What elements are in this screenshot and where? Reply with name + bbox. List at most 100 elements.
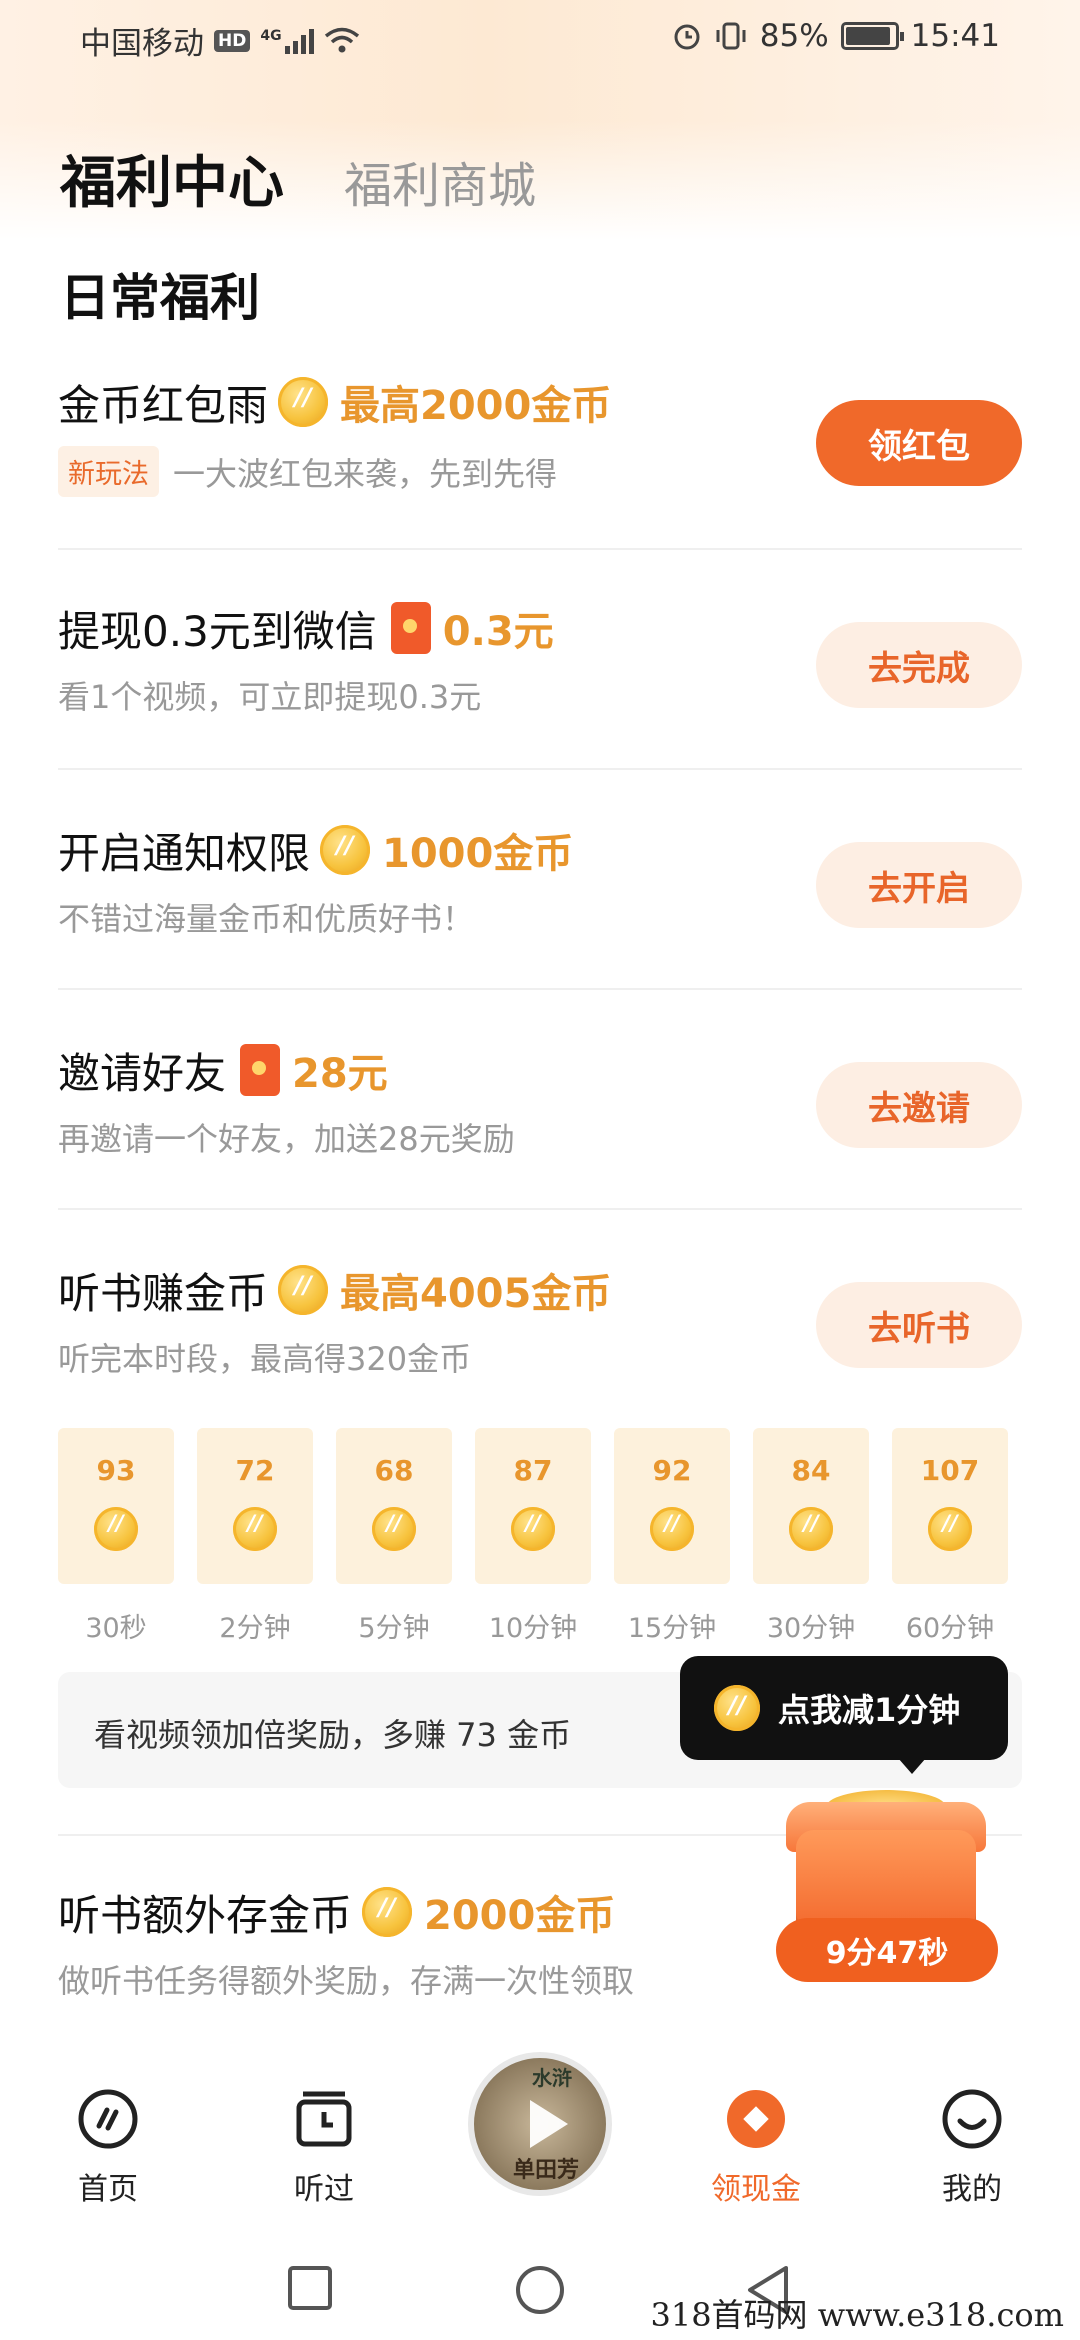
listen-book-button[interactable]: 去听书 <box>816 1282 1022 1368</box>
coin-icon <box>511 1507 555 1551</box>
tab-welfare-mall[interactable]: 福利商城 <box>344 146 536 216</box>
chest-countdown[interactable]: 9分47秒 <box>776 1918 998 1982</box>
mini-player[interactable]: 水浒 单田芳 <box>468 2052 612 2196</box>
task-title: 邀请好友 <box>58 1048 227 1098</box>
task-reward: 最高4005金币 <box>340 1271 612 1317</box>
battery-percent: 85% <box>759 18 829 54</box>
listen-tile[interactable]: 68 5分钟 <box>336 1428 452 1645</box>
divider <box>58 1208 1022 1210</box>
coin-icon <box>233 1507 277 1551</box>
nav-label: 听过 <box>294 2172 354 2207</box>
hd-icon: HD <box>214 29 251 52</box>
section-title: 日常福利 <box>60 269 260 327</box>
task-reward: 最高2000金币 <box>340 383 612 429</box>
task-title: 提现0.3元到微信 <box>58 606 377 656</box>
coin-icon <box>278 1265 329 1315</box>
listen-tile[interactable]: 92 15分钟 <box>614 1428 730 1645</box>
divider <box>58 548 1022 550</box>
wifi-icon <box>324 27 359 52</box>
divider <box>58 768 1022 770</box>
tile-duration: 60分钟 <box>905 1613 995 1644</box>
signal-icon: 4G <box>260 28 314 54</box>
header-tabs: 福利中心 福利商城 <box>60 138 536 219</box>
task-reward: 2000金币 <box>424 1893 616 1939</box>
nav-label: 首页 <box>78 2172 138 2207</box>
watermark-text: 318首码网 www.e318.com <box>650 2296 1064 2334</box>
claim-red-packet-button[interactable]: 领红包 <box>816 400 1022 486</box>
task-reward: 0.3元 <box>442 609 554 655</box>
coin-icon <box>650 1507 694 1551</box>
tooltip-text: 点我减1分钟 <box>778 1691 961 1729</box>
task-item: 开启通知权限 1000金币 不错过海量金币和优质好书！ 去开启 <box>58 820 1022 940</box>
task-desc: 做听书任务得额外奖励，存满一次性领取 <box>58 1962 635 2000</box>
nav-home[interactable]: 首页 <box>38 2088 178 2208</box>
tile-duration: 2分钟 <box>219 1613 291 1644</box>
coin-icon <box>320 825 371 875</box>
cover-title-top: 水浒 <box>532 2066 572 2090</box>
listen-tile[interactable]: 93 30秒 <box>58 1428 174 1645</box>
complete-task-button[interactable]: 去完成 <box>816 622 1022 708</box>
red-packet-icon <box>390 602 431 654</box>
task-desc: 不错过海量金币和优质好书！ <box>58 900 475 938</box>
coin-icon <box>928 1507 972 1551</box>
new-badge: 新玩法 <box>58 446 159 497</box>
home-circle-icon[interactable] <box>514 2264 566 2316</box>
profile-smile-icon <box>941 2088 1003 2150</box>
task-reward: 28元 <box>292 1051 388 1097</box>
listen-tile[interactable]: 107 60分钟 <box>892 1428 1008 1645</box>
nav-label: 领现金 <box>711 2172 801 2207</box>
nav-history[interactable]: 听过 <box>254 2088 394 2208</box>
nav-label: 我的 <box>942 2172 1002 2207</box>
tile-duration: 5分钟 <box>358 1613 430 1644</box>
status-bar: 中国移动 HD 4G 85% 15:41 <box>0 0 1080 72</box>
task-desc: 听完本时段，最高得320金币 <box>58 1340 472 1378</box>
history-calendar-icon <box>293 2088 355 2150</box>
task-desc: 看1个视频，可立即提现0.3元 <box>58 678 482 716</box>
enable-notification-button[interactable]: 去开启 <box>816 842 1022 928</box>
coin-icon <box>789 1507 833 1551</box>
red-packet-icon <box>240 1044 281 1096</box>
coin-icon <box>714 1685 760 1731</box>
task-desc: 再邀请一个好友，加送28元奖励 <box>58 1120 515 1158</box>
tile-coin-value: 72 <box>235 1454 275 1487</box>
carrier-name: 中国移动 <box>80 26 204 62</box>
task-reward: 1000金币 <box>382 831 574 877</box>
listen-tile[interactable]: 84 30分钟 <box>753 1428 869 1645</box>
divider <box>58 988 1022 990</box>
coin-icon <box>278 377 329 427</box>
tile-coin-value: 107 <box>920 1454 980 1487</box>
coin-icon <box>372 1507 416 1551</box>
cover-title-bottom: 单田芳 <box>512 2158 579 2183</box>
tile-duration: 30分钟 <box>766 1613 856 1644</box>
task-title: 听书赚金币 <box>58 1268 269 1318</box>
tile-duration: 15分钟 <box>627 1613 717 1644</box>
invite-friend-button[interactable]: 去邀请 <box>816 1062 1022 1148</box>
task-title: 听书额外存金币 <box>58 1890 353 1940</box>
double-reward-text: 看视频领加倍奖励，多赚 73 金币 <box>94 1716 572 1754</box>
recent-apps-icon[interactable] <box>286 2264 334 2312</box>
tile-coin-value: 84 <box>791 1454 831 1487</box>
task-item: 提现0.3元到微信 0.3元 看1个视频，可立即提现0.3元 去完成 <box>58 598 1022 718</box>
nav-profile[interactable]: 我的 <box>902 2088 1042 2208</box>
nav-cash[interactable]: 领现金 <box>686 2088 826 2208</box>
task-title: 开启通知权限 <box>58 828 311 878</box>
battery-icon <box>840 22 904 50</box>
coin-icon <box>362 1887 413 1937</box>
tile-coin-value: 87 <box>513 1454 553 1487</box>
listen-tile[interactable]: 87 10分钟 <box>475 1428 591 1645</box>
task-item: 听书赚金币 最高4005金币 听完本时段，最高得320金币 去听书 <box>58 1260 1022 1380</box>
reduce-time-tooltip[interactable]: 点我减1分钟 <box>680 1656 1008 1774</box>
home-icon <box>77 2088 139 2150</box>
cash-icon <box>725 2088 787 2150</box>
tile-duration: 30秒 <box>85 1613 147 1644</box>
task-title: 金币红包雨 <box>58 380 269 430</box>
task-item: 金币红包雨 最高2000金币 新玩法 一大波红包来袭，先到先得 领红包 <box>58 372 1022 497</box>
task-desc: 一大波红包来袭，先到先得 <box>173 454 558 493</box>
tile-duration: 10分钟 <box>488 1613 578 1644</box>
tile-coin-value: 92 <box>652 1454 692 1487</box>
listen-tile[interactable]: 72 2分钟 <box>197 1428 313 1645</box>
alarm-icon <box>674 24 700 50</box>
tab-welfare-center[interactable]: 福利中心 <box>60 138 284 219</box>
play-icon[interactable] <box>530 2100 568 2148</box>
coin-icon <box>94 1507 138 1551</box>
